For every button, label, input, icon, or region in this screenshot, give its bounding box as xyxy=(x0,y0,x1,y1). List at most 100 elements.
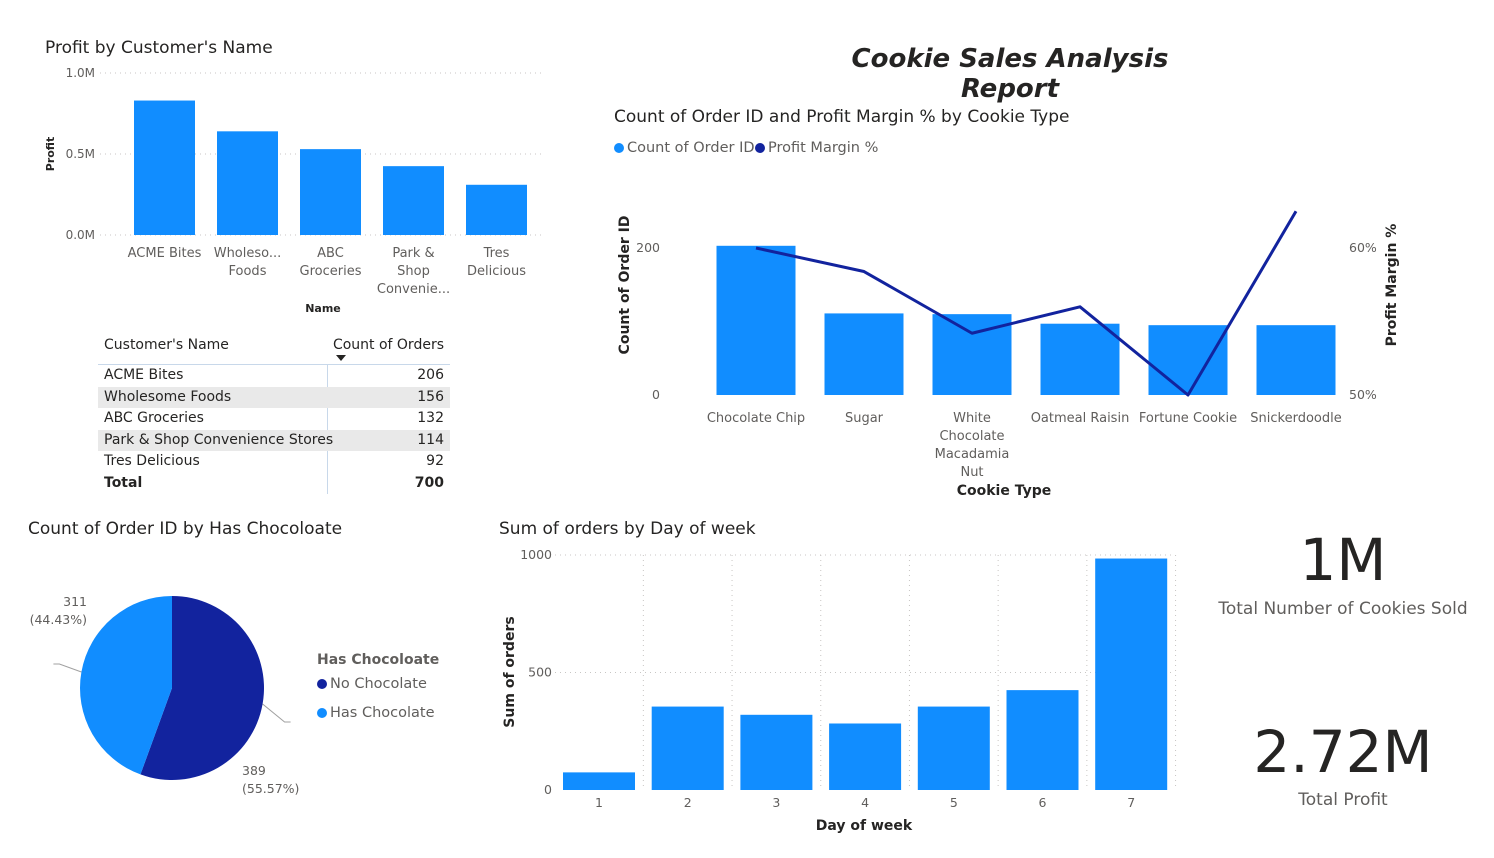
bar[interactable] xyxy=(824,313,904,395)
legend-has-chocolate[interactable]: Has Chocolate xyxy=(317,705,435,721)
row-order-count: 114 xyxy=(417,431,444,448)
legend-dot-icon xyxy=(755,143,765,153)
total-value: 700 xyxy=(414,474,444,491)
x-axis-label: Name xyxy=(305,302,341,315)
y-tick-label: 0.5M xyxy=(66,147,95,161)
card-total-profit-value: 2.72M xyxy=(1253,718,1433,786)
pie-legend-title: Has Chocoloate xyxy=(317,652,440,668)
bar[interactable] xyxy=(134,100,195,235)
x-tick-label: 3 xyxy=(772,795,780,810)
y-tick-label: 1000 xyxy=(520,547,552,562)
bar[interactable] xyxy=(651,706,724,790)
y-axis-label: Profit xyxy=(44,137,57,171)
bar[interactable] xyxy=(1006,690,1079,790)
y-tick-label: 500 xyxy=(528,665,552,680)
legend-profit-margin[interactable]: Profit Margin % xyxy=(755,140,878,156)
slice-pct-label: (55.57%) xyxy=(242,781,299,796)
x-axis-label: Day of week xyxy=(816,818,913,834)
card-cookies-sold-label: Total Number of Cookies Sold xyxy=(1218,599,1468,619)
combo-chart-title: Count of Order ID and Profit Margin % by… xyxy=(614,107,1070,127)
table-row[interactable]: Wholesome Foods 156 xyxy=(98,386,450,408)
row-order-count: 92 xyxy=(426,453,444,469)
x-tick-label: ACME Bites xyxy=(128,246,202,261)
x-tick-label: 5 xyxy=(950,795,958,810)
bar[interactable] xyxy=(217,131,278,235)
slice-value-label: 389 xyxy=(242,763,266,778)
bar[interactable] xyxy=(716,245,796,395)
sort-desc-icon[interactable] xyxy=(336,355,346,361)
bar[interactable] xyxy=(563,772,635,790)
x-tick-label: 4 xyxy=(861,795,869,810)
table-row[interactable]: ACME Bites 206 xyxy=(98,365,450,387)
customer-orders-table[interactable]: Customer's Name Count of Orders ACME Bit… xyxy=(98,334,450,494)
x-axis-label: Cookie Type xyxy=(957,483,1052,499)
slice-pct-label: (44.43%) xyxy=(30,612,87,627)
bar[interactable] xyxy=(1256,325,1336,395)
legend-dot-icon xyxy=(317,708,327,718)
x-tick-label: Wholeso... Foods xyxy=(214,246,282,279)
row-customer-name: Wholesome Foods xyxy=(104,388,232,405)
row-customer-name: ACME Bites xyxy=(104,367,184,383)
y-axis-label: Count of Order ID xyxy=(617,216,633,355)
bar[interactable] xyxy=(917,706,990,790)
bar[interactable] xyxy=(383,166,444,235)
header-count-of-orders[interactable]: Count of Orders xyxy=(333,337,444,353)
bar[interactable] xyxy=(300,149,361,235)
slice-value-label: 311 xyxy=(63,594,87,609)
y-tick-label: 0.0M xyxy=(66,228,95,242)
legend-label: No Chocolate xyxy=(330,676,427,692)
y2-tick-label: 60% xyxy=(1349,240,1377,255)
legend-no-chocolate[interactable]: No Chocolate xyxy=(317,676,427,692)
x-tick-label: Fortune Cookie xyxy=(1139,411,1237,426)
row-order-count: 206 xyxy=(417,367,444,383)
x-tick-label: 7 xyxy=(1127,795,1135,810)
table-row[interactable]: Tres Delicious 92 xyxy=(98,451,450,473)
y-axis-label: Sum of orders xyxy=(502,616,518,727)
leader-line xyxy=(262,703,291,723)
x-tick-label: Oatmeal Raisin xyxy=(1031,411,1130,426)
orders-by-day-chart[interactable]: 0 500 1000 1 2 3 4 5 6 7 Day of week Sum of orders xyxy=(490,540,1190,840)
row-order-count: 156 xyxy=(417,388,444,405)
total-label: Total xyxy=(104,474,143,491)
y-tick-label: 0 xyxy=(544,782,552,797)
x-tick-label: Chocolate Chip xyxy=(707,411,805,426)
orders-by-chocolate-pie[interactable]: 389 (55.57%) 311 (44.43%) xyxy=(0,560,330,820)
table-total-row: Total 700 xyxy=(98,473,450,495)
card-total-profit-label: Total Profit xyxy=(1298,790,1388,810)
row-customer-name: Tres Delicious xyxy=(104,453,200,469)
legend-label: Count of Order ID xyxy=(627,140,755,156)
bar[interactable] xyxy=(1040,323,1120,395)
header-customer-name[interactable]: Customer's Name xyxy=(104,337,229,353)
x-tick-label: 6 xyxy=(1039,795,1047,810)
y-tick-label: 1.0M xyxy=(66,66,95,80)
report-title: Cookie Sales Analysis Report xyxy=(851,44,1169,104)
leader-line xyxy=(53,663,82,673)
legend-count-of-order-id[interactable]: Count of Order ID xyxy=(614,140,755,156)
x-tick-label: White Chocolate Macadamia Nut xyxy=(935,411,1010,480)
y2-tick-label: 50% xyxy=(1349,387,1377,402)
x-tick-label: ABC Groceries xyxy=(300,246,362,279)
profit-chart-title: Profit by Customer's Name xyxy=(45,38,273,58)
row-order-count: 132 xyxy=(417,410,444,426)
legend-label: Profit Margin % xyxy=(768,140,879,156)
y-tick-label: 200 xyxy=(636,240,660,255)
x-tick-label: 2 xyxy=(684,795,692,810)
bar[interactable] xyxy=(740,714,813,790)
bar[interactable] xyxy=(1148,325,1228,395)
y2-axis-label: Profit Margin % xyxy=(1384,224,1400,347)
pie-chart-title: Count of Order ID by Has Chocoloate xyxy=(28,519,343,539)
table-row[interactable]: Park & Shop Convenience Stores 114 xyxy=(98,429,450,451)
bar[interactable] xyxy=(1095,558,1168,790)
day-chart-title: Sum of orders by Day of week xyxy=(499,519,756,539)
legend-label: Has Chocolate xyxy=(330,705,435,721)
bar[interactable] xyxy=(466,184,527,235)
orders-margin-by-cookie-chart[interactable]: 0 200 50% 60% Chocolate Chip Sugar White Chocol… xyxy=(600,195,1430,505)
table-row[interactable]: ABC Groceries 132 xyxy=(98,408,450,430)
x-tick-label: Tres Delicious xyxy=(467,246,526,279)
y-tick-label: 0 xyxy=(652,387,660,402)
legend-dot-icon xyxy=(614,143,624,153)
row-customer-name: Park & Shop Convenience Stores xyxy=(104,431,334,448)
profit-by-customer-chart[interactable]: 0.0M 0.5M 1.0M ACME Bites Wholeso... Foods ABC… xyxy=(0,60,560,320)
bar[interactable] xyxy=(829,723,902,790)
legend-dot-icon xyxy=(317,679,327,689)
